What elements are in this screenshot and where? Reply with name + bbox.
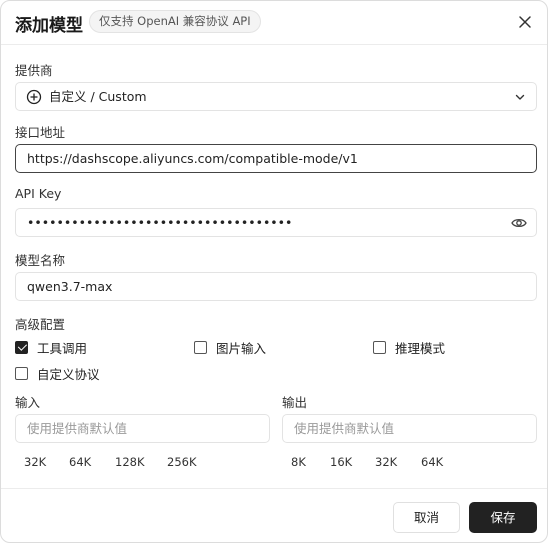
model-name-label: 模型名称: [15, 253, 66, 268]
checkbox-label: 自定义协议: [37, 366, 100, 382]
provider-select[interactable]: 自定义 / Custom: [15, 82, 537, 111]
checkbox-reasoning-mode[interactable]: 推理模式: [373, 339, 446, 356]
endpoint-input[interactable]: [27, 145, 497, 172]
dialog-title: 添加模型: [15, 16, 83, 36]
input-preset-128k[interactable]: 128K: [115, 455, 145, 469]
api-key-label: API Key: [15, 186, 62, 201]
output-preset-32k[interactable]: 32K: [375, 455, 397, 469]
input-preset-64k[interactable]: 64K: [69, 455, 91, 469]
output-preset-64k[interactable]: 64K: [421, 455, 443, 469]
checkbox-box[interactable]: [373, 340, 386, 354]
model-name-input[interactable]: [27, 273, 497, 300]
input-preset-32k[interactable]: 32K: [24, 455, 46, 469]
checkbox-tool-calling[interactable]: 工具调用: [15, 339, 88, 356]
checkbox-label: 推理模式: [395, 340, 446, 356]
output-context-label: 输出: [282, 395, 308, 410]
checkbox-label: 工具调用: [37, 340, 88, 356]
provider-label: 提供商: [15, 63, 53, 78]
plus-circle-icon: [26, 89, 42, 105]
cancel-button[interactable]: 取消: [393, 502, 460, 533]
protocol-badge: 仅支持 OpenAI 兼容协议 API: [89, 10, 261, 33]
checkbox-image-input[interactable]: 图片输入: [194, 339, 267, 356]
checkbox-label: 图片输入: [216, 340, 267, 356]
checkbox-box[interactable]: [194, 340, 207, 354]
endpoint-field[interactable]: [15, 144, 537, 173]
output-context-field[interactable]: [282, 414, 537, 443]
input-context-field[interactable]: [15, 414, 270, 443]
add-model-dialog: 添加模型 仅支持 OpenAI 兼容协议 API 提供商 自定义 / Custo…: [0, 0, 548, 543]
dialog-footer: 取消 保存: [1, 488, 547, 542]
checkbox-box[interactable]: [15, 340, 28, 354]
advanced-label: 高级配置: [15, 317, 66, 332]
dialog-header: 添加模型 仅支持 OpenAI 兼容协议 API: [1, 1, 547, 45]
model-name-field[interactable]: [15, 272, 537, 301]
eye-icon[interactable]: [511, 216, 527, 230]
input-context-label: 输入: [15, 395, 41, 410]
chevron-down-icon: [515, 94, 525, 100]
close-icon[interactable]: [517, 14, 533, 30]
output-preset-8k[interactable]: 8K: [291, 455, 306, 469]
provider-selected-value: 自定义 / Custom: [49, 89, 147, 104]
checkbox-box[interactable]: [15, 366, 28, 380]
output-context-input[interactable]: [294, 415, 524, 442]
checkbox-custom-protocol[interactable]: 自定义协议: [15, 365, 100, 382]
input-context-input[interactable]: [27, 415, 257, 442]
output-preset-16k[interactable]: 16K: [330, 455, 352, 469]
save-button[interactable]: 保存: [469, 502, 537, 533]
endpoint-label: 接口地址: [15, 125, 66, 140]
api-key-field[interactable]: ••••••••••••••••••••••••••••••••••••: [15, 208, 537, 237]
api-key-masked-value[interactable]: ••••••••••••••••••••••••••••••••••••: [27, 209, 497, 236]
input-preset-256k[interactable]: 256K: [167, 455, 197, 469]
